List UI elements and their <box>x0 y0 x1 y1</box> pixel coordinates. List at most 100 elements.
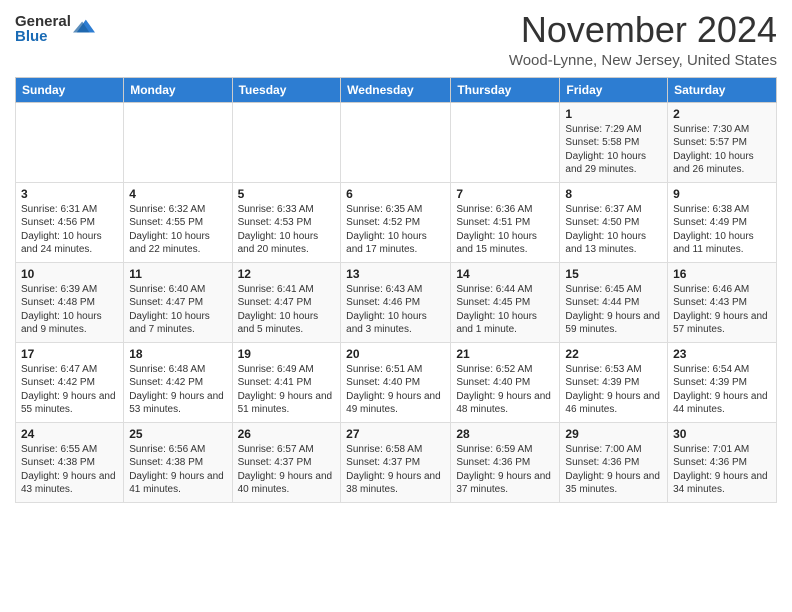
table-row: 16Sunrise: 6:46 AM Sunset: 4:43 PM Dayli… <box>668 262 777 342</box>
col-thursday: Thursday <box>451 77 560 102</box>
day-number: 19 <box>238 347 336 361</box>
calendar-table: Sunday Monday Tuesday Wednesday Thursday… <box>15 77 777 503</box>
table-row: 1 Sunrise: 7:29 AM Sunset: 5:58 PM Daylig… <box>560 102 668 182</box>
day-info: Sunrise: 6:35 AM Sunset: 4:52 PM Dayligh… <box>346 203 445 257</box>
logo: General Blue <box>15 14 95 44</box>
day-info: Sunrise: 7:01 AM Sunset: 4:36 PM Dayligh… <box>673 443 771 497</box>
logo-blue-text: Blue <box>15 29 71 44</box>
day-info: Sunrise: 6:36 AM Sunset: 4:51 PM Dayligh… <box>456 203 554 257</box>
day-number: 15 <box>565 267 662 281</box>
day-number: 26 <box>238 427 336 441</box>
table-row: 2 Sunrise: 7:30 AM Sunset: 5:57 PM Daylig… <box>668 102 777 182</box>
table-row <box>232 102 341 182</box>
day-info: Sunrise: 6:37 AM Sunset: 4:50 PM Dayligh… <box>565 203 662 257</box>
day-number: 4 <box>129 187 226 201</box>
calendar-week-1: 1 Sunrise: 7:29 AM Sunset: 5:58 PM Daylig… <box>16 102 777 182</box>
day-info: Sunrise: 6:58 AM Sunset: 4:37 PM Dayligh… <box>346 443 445 497</box>
table-row <box>451 102 560 182</box>
day-info: Sunrise: 7:00 AM Sunset: 4:36 PM Dayligh… <box>565 443 662 497</box>
table-row: 17Sunrise: 6:47 AM Sunset: 4:42 PM Dayli… <box>16 342 124 422</box>
table-row: 28 Sunrise: 6:59 AM Sunset: 4:36 PM Dayli… <box>451 422 560 502</box>
month-title: November 2024 <box>509 10 777 50</box>
table-row: 3Sunrise: 6:31 AM Sunset: 4:56 PM Daylig… <box>16 182 124 262</box>
table-row <box>124 102 232 182</box>
table-row: 27 Sunrise: 6:58 AM Sunset: 4:37 PM Dayli… <box>341 422 451 502</box>
day-info: Sunrise: 6:43 AM Sunset: 4:46 PM Dayligh… <box>346 283 445 337</box>
table-row: 19 Sunrise: 6:49 AM Sunset: 4:41 PM Dayli… <box>232 342 341 422</box>
table-row: 26 Sunrise: 6:57 AM Sunset: 4:37 PM Dayli… <box>232 422 341 502</box>
day-number: 18 <box>129 347 226 361</box>
day-number: 10 <box>21 267 118 281</box>
table-row: 22Sunrise: 6:53 AM Sunset: 4:39 PM Dayli… <box>560 342 668 422</box>
day-info: Sunrise: 6:44 AM Sunset: 4:45 PM Dayligh… <box>456 283 554 337</box>
calendar-week-2: 3Sunrise: 6:31 AM Sunset: 4:56 PM Daylig… <box>16 182 777 262</box>
calendar-week-3: 10 Sunrise: 6:39 AM Sunset: 4:48 PM Dayli… <box>16 262 777 342</box>
title-area: November 2024 Wood-Lynne, New Jersey, Un… <box>509 10 777 69</box>
day-info: Sunrise: 6:59 AM Sunset: 4:36 PM Dayligh… <box>456 443 554 497</box>
day-info: Sunrise: 7:29 AM Sunset: 5:58 PM Dayligh… <box>565 123 662 177</box>
logo-icon <box>73 16 95 38</box>
day-number: 8 <box>565 187 662 201</box>
day-number: 16 <box>673 267 771 281</box>
location-title: Wood-Lynne, New Jersey, United States <box>509 52 777 69</box>
day-info: Sunrise: 6:45 AM Sunset: 4:44 PM Dayligh… <box>565 283 662 337</box>
day-info: Sunrise: 6:54 AM Sunset: 4:39 PM Dayligh… <box>673 363 771 417</box>
day-info: Sunrise: 6:49 AM Sunset: 4:41 PM Dayligh… <box>238 363 336 417</box>
day-number: 6 <box>346 187 445 201</box>
table-row: 18Sunrise: 6:48 AM Sunset: 4:42 PM Dayli… <box>124 342 232 422</box>
day-info: Sunrise: 6:38 AM Sunset: 4:49 PM Dayligh… <box>673 203 771 257</box>
logo-general-text: General <box>15 14 71 29</box>
day-info: Sunrise: 7:30 AM Sunset: 5:57 PM Dayligh… <box>673 123 771 177</box>
day-number: 24 <box>21 427 118 441</box>
table-row: 6 Sunrise: 6:35 AM Sunset: 4:52 PM Daylig… <box>341 182 451 262</box>
day-number: 23 <box>673 347 771 361</box>
day-info: Sunrise: 6:39 AM Sunset: 4:48 PM Dayligh… <box>21 283 118 337</box>
col-wednesday: Wednesday <box>341 77 451 102</box>
day-number: 11 <box>129 267 226 281</box>
day-info: Sunrise: 6:53 AM Sunset: 4:39 PM Dayligh… <box>565 363 662 417</box>
table-row: 25 Sunrise: 6:56 AM Sunset: 4:38 PM Dayli… <box>124 422 232 502</box>
day-info: Sunrise: 6:55 AM Sunset: 4:38 PM Dayligh… <box>21 443 118 497</box>
table-row: 29Sunrise: 7:00 AM Sunset: 4:36 PM Dayli… <box>560 422 668 502</box>
day-number: 25 <box>129 427 226 441</box>
table-row: 5 Sunrise: 6:33 AM Sunset: 4:53 PM Daylig… <box>232 182 341 262</box>
table-row: 24 Sunrise: 6:55 AM Sunset: 4:38 PM Dayli… <box>16 422 124 502</box>
day-number: 5 <box>238 187 336 201</box>
col-tuesday: Tuesday <box>232 77 341 102</box>
table-row: 23 Sunrise: 6:54 AM Sunset: 4:39 PM Dayli… <box>668 342 777 422</box>
table-row <box>341 102 451 182</box>
day-number: 30 <box>673 427 771 441</box>
day-info: Sunrise: 6:57 AM Sunset: 4:37 PM Dayligh… <box>238 443 336 497</box>
calendar-week-4: 17Sunrise: 6:47 AM Sunset: 4:42 PM Dayli… <box>16 342 777 422</box>
day-number: 12 <box>238 267 336 281</box>
table-row: 30 Sunrise: 7:01 AM Sunset: 4:36 PM Dayli… <box>668 422 777 502</box>
day-number: 21 <box>456 347 554 361</box>
day-info: Sunrise: 6:40 AM Sunset: 4:47 PM Dayligh… <box>129 283 226 337</box>
table-row: 14 Sunrise: 6:44 AM Sunset: 4:45 PM Dayli… <box>451 262 560 342</box>
day-number: 27 <box>346 427 445 441</box>
table-row: 12 Sunrise: 6:41 AM Sunset: 4:47 PM Dayli… <box>232 262 341 342</box>
day-number: 7 <box>456 187 554 201</box>
table-row <box>16 102 124 182</box>
table-row: 13 Sunrise: 6:43 AM Sunset: 4:46 PM Dayli… <box>341 262 451 342</box>
col-sunday: Sunday <box>16 77 124 102</box>
table-row: 10 Sunrise: 6:39 AM Sunset: 4:48 PM Dayli… <box>16 262 124 342</box>
day-number: 1 <box>565 107 662 121</box>
table-row: 20Sunrise: 6:51 AM Sunset: 4:40 PM Dayli… <box>341 342 451 422</box>
page: General Blue November 2024 Wood-Lynne, N… <box>0 0 792 612</box>
day-info: Sunrise: 6:33 AM Sunset: 4:53 PM Dayligh… <box>238 203 336 257</box>
day-number: 28 <box>456 427 554 441</box>
col-saturday: Saturday <box>668 77 777 102</box>
day-number: 2 <box>673 107 771 121</box>
table-row: 15 Sunrise: 6:45 AM Sunset: 4:44 PM Dayli… <box>560 262 668 342</box>
day-number: 9 <box>673 187 771 201</box>
col-monday: Monday <box>124 77 232 102</box>
day-number: 14 <box>456 267 554 281</box>
header: General Blue November 2024 Wood-Lynne, N… <box>15 10 777 69</box>
day-info: Sunrise: 6:56 AM Sunset: 4:38 PM Dayligh… <box>129 443 226 497</box>
day-number: 13 <box>346 267 445 281</box>
table-row: 7 Sunrise: 6:36 AM Sunset: 4:51 PM Daylig… <box>451 182 560 262</box>
day-info: Sunrise: 6:41 AM Sunset: 4:47 PM Dayligh… <box>238 283 336 337</box>
day-info: Sunrise: 6:51 AM Sunset: 4:40 PM Dayligh… <box>346 363 445 417</box>
table-row: 4Sunrise: 6:32 AM Sunset: 4:55 PM Daylig… <box>124 182 232 262</box>
